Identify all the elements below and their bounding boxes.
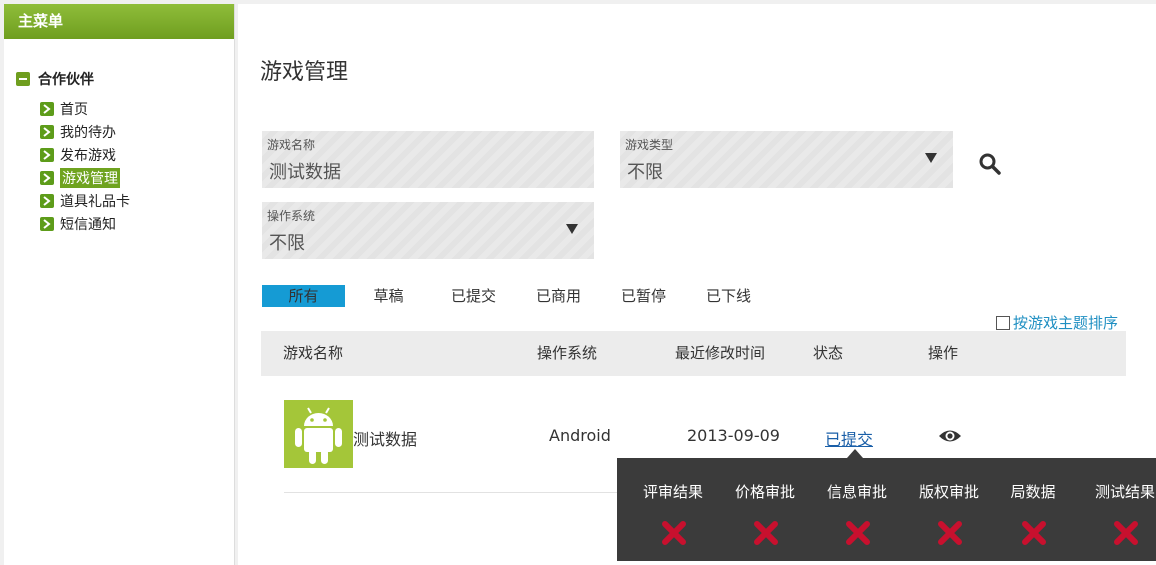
sidebar-item-label: 首页 (60, 101, 88, 118)
sidebar: 主菜单 合作伙伴 首页 我的待办 发布游戏 游戏管理 道具礼品卡 短信通知 (4, 4, 235, 565)
page-title: 游戏管理 (260, 60, 349, 85)
sort-by-theme-option[interactable]: 按游戏主题排序 (996, 312, 1118, 333)
table-header: 游戏名称 操作系统 最近修改时间 状态 操作 (261, 331, 1126, 376)
game-name-cell[interactable]: 测试数据 (353, 426, 417, 450)
sidebar-item-label: 发布游戏 (60, 147, 116, 164)
sidebar-item-publish-game[interactable]: 发布游戏 (40, 143, 234, 166)
tab-all[interactable]: 所有 (262, 285, 345, 307)
os-label: 操作系统 (267, 209, 316, 223)
os-value: 不限 (269, 233, 305, 254)
chevron-right-icon (40, 101, 54, 116)
search-button[interactable] (978, 152, 1002, 176)
chevron-right-icon (40, 124, 54, 139)
tree-children: 首页 我的待办 发布游戏 游戏管理 道具礼品卡 短信通知 (16, 97, 234, 235)
red-x-icon (1114, 521, 1138, 545)
status-tabs: 所有 草稿 已提交 已商用 已暂停 已下线 (262, 285, 772, 307)
sidebar-header: 主菜单 (4, 4, 234, 39)
sidebar-item-label: 道具礼品卡 (60, 193, 130, 210)
column-header-name: 游戏名称 (283, 344, 344, 362)
popup-label: 版权审批 (918, 483, 979, 501)
red-x-icon (938, 521, 962, 545)
chevron-right-icon (40, 147, 54, 162)
red-x-icon (846, 521, 870, 545)
column-header-modified: 最近修改时间 (675, 344, 766, 362)
android-icon (284, 400, 353, 468)
game-type-label: 游戏类型 (625, 138, 674, 152)
popup-label: 测试结果 (1094, 483, 1155, 501)
red-x-icon (754, 521, 778, 545)
red-x-icon (662, 521, 686, 545)
column-header-action: 操作 (928, 344, 959, 362)
sidebar-item-sms[interactable]: 短信通知 (40, 212, 234, 235)
popup-label: 信息审批 (826, 483, 887, 501)
dropdown-arrow-icon[interactable] (566, 224, 578, 234)
sidebar-item-gift-card[interactable]: 道具礼品卡 (40, 189, 234, 212)
menu-tree: 合作伙伴 首页 我的待办 发布游戏 游戏管理 道具礼品卡 短信通知 (4, 39, 234, 235)
popup-label: 价格审批 (734, 483, 795, 501)
sidebar-item-game-management[interactable]: 游戏管理 (40, 166, 234, 189)
sidebar-item-label: 我的待办 (60, 124, 116, 141)
game-name-field[interactable]: 游戏名称 测试数据 (262, 131, 594, 188)
game-name-input[interactable]: 测试数据 (269, 158, 341, 184)
tab-commercial[interactable]: 已商用 (517, 285, 600, 307)
tab-draft[interactable]: 草稿 (347, 285, 430, 307)
sidebar-item-home[interactable]: 首页 (40, 97, 234, 120)
column-header-os: 操作系统 (537, 344, 598, 362)
search-icon (979, 153, 1001, 175)
eye-icon[interactable] (938, 428, 962, 444)
chevron-right-icon (40, 216, 54, 231)
popup-label: 局数据 (1010, 483, 1056, 501)
popup-label: 评审结果 (642, 483, 703, 501)
tab-paused[interactable]: 已暂停 (602, 285, 685, 307)
game-type-select[interactable]: 游戏类型 不限 (620, 131, 953, 188)
popup-caret (847, 449, 863, 458)
approval-status-popup: 评审结果 价格审批 信息审批 版权审批 局数据 测试结果 (617, 458, 1156, 561)
sidebar-item-label: 短信通知 (60, 216, 116, 233)
sidebar-item-todo[interactable]: 我的待办 (40, 120, 234, 143)
chevron-right-icon (40, 193, 54, 208)
chevron-right-icon (40, 170, 54, 185)
tree-root-label: 合作伙伴 (38, 72, 94, 88)
os-select[interactable]: 操作系统 不限 (262, 202, 594, 259)
sort-checkbox[interactable] (996, 315, 1010, 330)
status-link[interactable]: 已提交 (825, 426, 873, 450)
column-header-status: 状态 (813, 344, 844, 362)
modified-cell: 2013-09-09 (687, 426, 780, 445)
tab-submitted[interactable]: 已提交 (432, 285, 515, 307)
dropdown-arrow-icon[interactable] (925, 153, 937, 163)
tree-root-partner[interactable]: 合作伙伴 (16, 69, 234, 89)
sort-label: 按游戏主题排序 (1013, 314, 1119, 332)
os-cell: Android (549, 426, 611, 445)
collapse-icon[interactable] (16, 72, 30, 86)
game-type-value: 不限 (627, 162, 663, 183)
game-name-label: 游戏名称 (267, 138, 316, 152)
red-x-icon (1022, 521, 1046, 545)
sidebar-item-label: 游戏管理 (60, 167, 120, 188)
tab-offline[interactable]: 已下线 (687, 285, 770, 307)
